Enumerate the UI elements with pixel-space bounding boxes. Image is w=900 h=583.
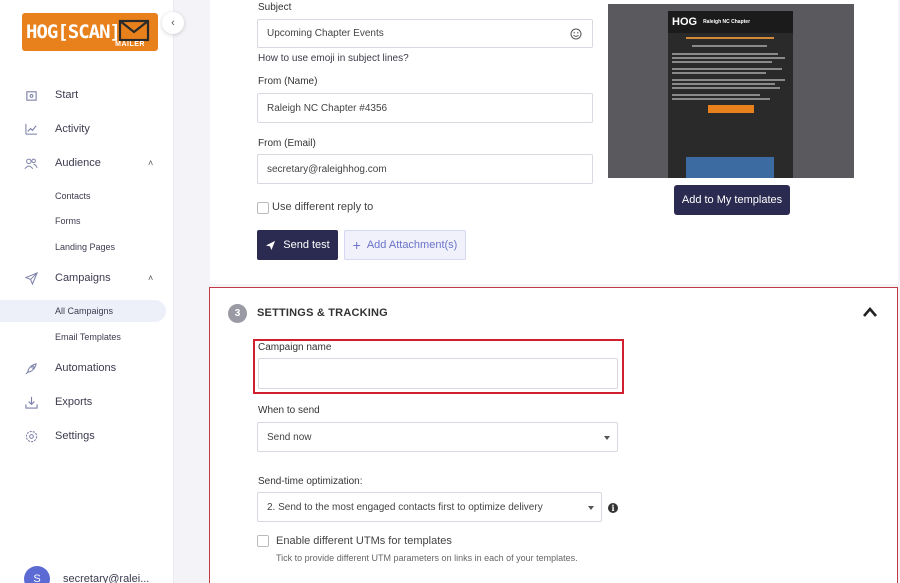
- campaign-name-label: Campaign name: [258, 342, 332, 353]
- from-name-value: Raleigh NC Chapter #4356: [267, 102, 388, 114]
- info-icon[interactable]: i: [608, 503, 618, 513]
- rocket-icon: [23, 360, 39, 376]
- add-attachment-button[interactable]: + Add Attachment(s): [344, 230, 466, 260]
- gear-icon: [23, 428, 39, 444]
- sidebar-item-label: Audience: [55, 157, 101, 169]
- sidebar-subitem-contacts[interactable]: Contacts: [0, 185, 166, 207]
- send-time-optimization-value: 2. Send to the most engaged contacts fir…: [267, 501, 543, 513]
- send-test-button[interactable]: Send test: [257, 230, 338, 260]
- emoji-icon[interactable]: [570, 28, 582, 40]
- sidebar-subitem-all-campaigns[interactable]: All Campaigns: [0, 300, 166, 322]
- emoji-help-link[interactable]: How to use emoji in subject lines?: [258, 53, 409, 64]
- sidebar-item-exports[interactable]: Exports: [0, 391, 174, 413]
- paper-plane-icon: [23, 270, 39, 286]
- preview-text-line: [672, 68, 782, 70]
- paper-plane-icon: [266, 240, 276, 250]
- sidebar-subitem-label: All Campaigns: [55, 306, 114, 316]
- preview-text-line: [672, 98, 770, 100]
- preview-logo: HOG: [672, 16, 698, 28]
- chevron-up-icon: ˄: [148, 158, 154, 168]
- preview-text-line: [692, 45, 767, 47]
- preview-title: Raleigh NC Chapter: [703, 19, 751, 25]
- sidebar-subitem-label: Email Templates: [55, 332, 121, 342]
- sidebar-item-automations[interactable]: Automations: [0, 357, 174, 379]
- reply-to-checkbox[interactable]: [257, 202, 269, 214]
- avatar: S: [24, 566, 50, 583]
- when-to-send-label: When to send: [258, 405, 320, 416]
- when-to-send-select[interactable]: Send now: [257, 422, 618, 452]
- sidebar-subitem-landing-pages[interactable]: Landing Pages: [0, 236, 166, 258]
- preview-text-line: [672, 72, 766, 74]
- plus-icon: +: [352, 237, 361, 253]
- chevron-up-icon: ˄: [148, 273, 154, 283]
- user-email: secretary@ralei...: [63, 573, 150, 583]
- download-icon: [23, 394, 39, 410]
- from-email-label: From (Email): [258, 138, 316, 149]
- sidebar-subitem-forms[interactable]: Forms: [0, 210, 166, 232]
- preview-text-line: [672, 79, 785, 81]
- app-logo[interactable]: HOG[SCAN] MAILER: [22, 13, 158, 51]
- utm-label: Enable different UTMs for templates: [276, 535, 452, 547]
- when-to-send-value: Send now: [267, 431, 312, 443]
- preview-cta: [707, 105, 754, 113]
- preview-image: [686, 157, 774, 178]
- from-email-value: secretary@raleighhog.com: [267, 163, 387, 175]
- preview-text-line: [672, 61, 772, 63]
- utm-help: Tick to provide different UTM parameters…: [276, 553, 578, 563]
- template-preview[interactable]: HOG Raleigh NC Chapter: [608, 4, 854, 178]
- preview-nav-line: [686, 37, 774, 39]
- send-time-optimization-label: Send-time optimization:: [258, 476, 363, 487]
- send-time-optimization-select[interactable]: 2. Send to the most engaged contacts fir…: [257, 492, 602, 522]
- sidebar-item-label: Start: [55, 89, 79, 101]
- preview-text-line: [672, 57, 785, 59]
- chart-line-icon: [23, 121, 39, 137]
- from-email-input[interactable]: secretary@raleighhog.com: [257, 154, 593, 184]
- user-profile[interactable]: S secretary@ralei...: [24, 566, 149, 583]
- subject-value: Upcoming Chapter Events: [267, 28, 384, 39]
- sidebar-item-campaigns[interactable]: Campaigns ˄: [0, 267, 174, 289]
- from-name-label: From (Name): [258, 76, 318, 87]
- sidebar-item-label: Campaigns: [55, 272, 111, 284]
- sidebar-item-settings[interactable]: Settings: [0, 425, 174, 447]
- home-icon: [23, 87, 39, 103]
- sidebar-subitem-label: Forms: [55, 216, 81, 226]
- campaign-name-input[interactable]: [258, 358, 618, 389]
- sidebar-subitem-label: Landing Pages: [55, 242, 116, 252]
- sidebar: HOG[SCAN] MAILER ‹ Start Activity Audien…: [0, 0, 184, 583]
- utm-checkbox[interactable]: [257, 535, 269, 547]
- chevron-left-icon: ‹: [171, 17, 175, 29]
- send-test-label: Send test: [283, 239, 330, 251]
- sidebar-item-activity[interactable]: Activity: [0, 118, 174, 140]
- sidebar-subitem-email-templates[interactable]: Email Templates: [0, 326, 166, 348]
- preview-text-line: [672, 83, 775, 85]
- sidebar-item-audience[interactable]: Audience ˄: [0, 152, 174, 174]
- sidebar-subitem-label: Contacts: [55, 191, 91, 201]
- users-icon: [23, 155, 39, 171]
- preview-text-line: [672, 87, 780, 89]
- logo-subtitle: MAILER: [115, 41, 145, 48]
- sidebar-item-start[interactable]: Start: [0, 84, 174, 106]
- sidebar-item-label: Exports: [55, 396, 93, 408]
- chevron-up-icon[interactable]: [862, 305, 878, 319]
- preview-header: HOG Raleigh NC Chapter: [668, 11, 793, 33]
- logo-text: HOG[SCAN]: [26, 20, 121, 43]
- subject-input[interactable]: Upcoming Chapter Events: [257, 19, 593, 48]
- caret-down-icon: [604, 436, 610, 440]
- sidebar-item-label: Automations: [55, 362, 117, 374]
- from-name-input[interactable]: Raleigh NC Chapter #4356: [257, 93, 593, 123]
- reply-to-label: Use different reply to: [272, 201, 374, 213]
- template-thumbnail: HOG Raleigh NC Chapter: [668, 11, 793, 178]
- add-attachment-label: Add Attachment(s): [366, 239, 458, 251]
- sidebar-item-label: Settings: [55, 430, 95, 442]
- add-to-my-templates-button[interactable]: Add to My templates: [674, 185, 790, 215]
- preview-text-line: [672, 53, 779, 55]
- collapse-sidebar-button[interactable]: ‹: [162, 12, 184, 34]
- preview-text-line: [672, 94, 760, 96]
- section-title: SETTINGS & TRACKING: [257, 307, 388, 319]
- step-number: 3: [228, 304, 247, 323]
- sidebar-item-label: Activity: [55, 123, 90, 135]
- subject-label: Subject: [258, 2, 292, 13]
- caret-down-icon: [588, 506, 594, 510]
